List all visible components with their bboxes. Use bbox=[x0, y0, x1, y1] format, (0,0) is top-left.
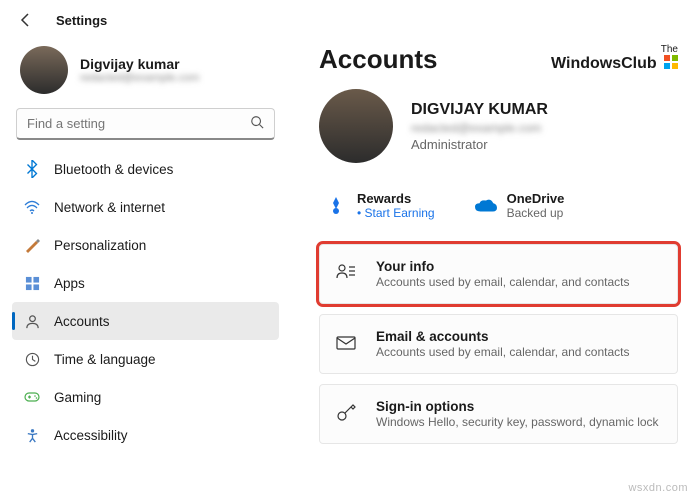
sidebar-item-personalization[interactable]: Personalization bbox=[12, 226, 279, 264]
tile-rewards[interactable]: Rewards • Start Earning bbox=[325, 191, 435, 220]
back-button[interactable] bbox=[12, 6, 40, 34]
account-header: DIGVIJAY KUMAR redacted@example.com Admi… bbox=[319, 89, 678, 163]
tile-title: Rewards bbox=[357, 191, 435, 206]
arrow-left-icon bbox=[18, 12, 34, 28]
sidebar-item-network[interactable]: Network & internet bbox=[12, 188, 279, 226]
titlebar: Settings bbox=[0, 0, 700, 40]
avatar bbox=[20, 46, 68, 94]
sidebar-item-bluetooth[interactable]: Bluetooth & devices bbox=[12, 150, 279, 188]
bluetooth-icon bbox=[22, 159, 42, 179]
account-name: DIGVIJAY KUMAR bbox=[411, 101, 548, 119]
sidebar-item-time[interactable]: Time & language bbox=[12, 340, 279, 378]
tile-onedrive[interactable]: OneDrive Backed up bbox=[475, 191, 565, 220]
sidebar-item-label: Gaming bbox=[54, 390, 101, 405]
card-signin-options[interactable]: Sign-in options Windows Hello, security … bbox=[319, 384, 678, 444]
windows-flag-icon bbox=[664, 55, 678, 69]
sidebar-item-label: Apps bbox=[54, 276, 85, 291]
profile-name: Digvijay kumar bbox=[80, 56, 199, 72]
sidebar-item-label: Network & internet bbox=[54, 200, 165, 215]
tile-title: OneDrive bbox=[507, 191, 565, 206]
card-title: Email & accounts bbox=[376, 329, 629, 344]
sidebar: Digvijay kumar redacted@example.com Blue… bbox=[0, 40, 285, 502]
rewards-icon bbox=[325, 195, 347, 217]
sidebar-item-label: Accounts bbox=[54, 314, 110, 329]
sidebar-item-label: Bluetooth & devices bbox=[54, 162, 173, 177]
tile-sub: Backed up bbox=[507, 206, 565, 220]
your-info-icon bbox=[336, 263, 358, 286]
gaming-icon bbox=[22, 387, 42, 407]
time-icon bbox=[22, 349, 42, 369]
page-title: Accounts bbox=[319, 44, 437, 75]
apps-icon bbox=[22, 273, 42, 293]
accounts-icon bbox=[22, 311, 42, 331]
account-email: redacted@example.com bbox=[411, 121, 548, 135]
card-email-accounts[interactable]: Email & accounts Accounts used by email,… bbox=[319, 314, 678, 374]
search-box[interactable] bbox=[16, 108, 275, 140]
card-title: Your info bbox=[376, 259, 629, 274]
search-icon bbox=[250, 115, 264, 132]
personalization-icon bbox=[22, 235, 42, 255]
sidebar-profile[interactable]: Digvijay kumar redacted@example.com bbox=[12, 40, 279, 108]
sidebar-item-label: Time & language bbox=[54, 352, 156, 367]
key-icon bbox=[336, 402, 358, 427]
tile-sub: • Start Earning bbox=[357, 206, 435, 220]
sidebar-item-accessibility[interactable]: Accessibility bbox=[12, 416, 279, 454]
email-icon bbox=[336, 334, 358, 355]
sidebar-item-label: Accessibility bbox=[54, 428, 128, 443]
network-icon bbox=[22, 197, 42, 217]
sidebar-item-apps[interactable]: Apps bbox=[12, 264, 279, 302]
brand-logo: The WindowsClub bbox=[551, 44, 678, 73]
avatar bbox=[319, 89, 393, 163]
watermark: wsxdn.com bbox=[628, 482, 688, 494]
window-title: Settings bbox=[56, 13, 107, 28]
sidebar-nav: Bluetooth & devices Network & internet P… bbox=[12, 150, 279, 454]
account-role: Administrator bbox=[411, 137, 548, 152]
quick-tiles: Rewards • Start Earning OneDrive Backed … bbox=[319, 181, 678, 230]
profile-email: redacted@example.com bbox=[80, 72, 199, 84]
sidebar-item-label: Personalization bbox=[54, 238, 146, 253]
search-input[interactable] bbox=[27, 116, 250, 131]
accessibility-icon bbox=[22, 425, 42, 445]
card-your-info[interactable]: Your info Accounts used by email, calend… bbox=[319, 244, 678, 304]
onedrive-icon bbox=[475, 195, 497, 217]
card-title: Sign-in options bbox=[376, 399, 659, 414]
main-content: Accounts The WindowsClub DIGVIJAY KUMAR … bbox=[285, 40, 700, 502]
sidebar-item-accounts[interactable]: Accounts bbox=[12, 302, 279, 340]
card-sub: Accounts used by email, calendar, and co… bbox=[376, 345, 629, 359]
card-sub: Windows Hello, security key, password, d… bbox=[376, 415, 659, 429]
sidebar-item-gaming[interactable]: Gaming bbox=[12, 378, 279, 416]
card-sub: Accounts used by email, calendar, and co… bbox=[376, 275, 629, 289]
